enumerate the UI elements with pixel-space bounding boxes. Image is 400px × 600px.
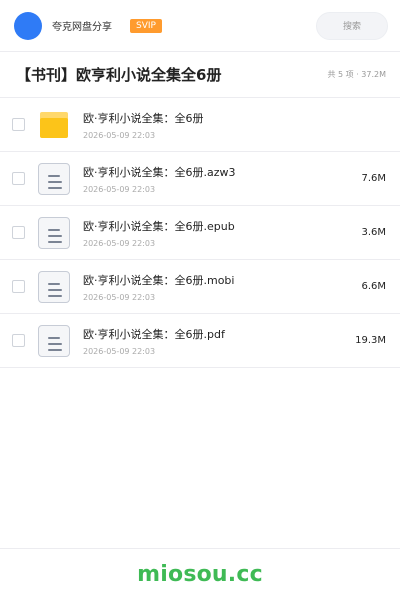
- file-list: 欧·亨利小说全集：全6册 2026-05-09 22:03 欧·亨利小说全集：全…: [0, 98, 400, 368]
- username: 夸克网盘分享: [52, 22, 112, 33]
- file-name: 欧·亨利小说全集：全6册.pdf: [83, 327, 225, 341]
- avatar[interactable]: [14, 11, 42, 40]
- file-row-azw3[interactable]: 欧·亨利小说全集：全6册.azw3 2026-05-09 22:03 7.6M: [0, 152, 400, 206]
- row-checkbox[interactable]: [12, 226, 25, 239]
- svip-badge: SVIP: [130, 18, 162, 33]
- document-icon: [37, 270, 71, 304]
- file-date: 2026-05-09 22:03: [83, 292, 156, 302]
- document-icon: [37, 162, 71, 196]
- folder-header: 【书刊】欧亨利小说全集全6册 共 5 项 · 37.2M: [0, 52, 400, 98]
- footer: miosou.cc: [0, 548, 400, 600]
- document-icon: [37, 324, 71, 358]
- file-date: 2026-05-09 22:03: [83, 130, 156, 140]
- file-name: 欧·亨利小说全集：全6册.mobi: [83, 273, 235, 287]
- file-row-pdf[interactable]: 欧·亨利小说全集：全6册.pdf 2026-05-09 22:03 19.3M: [0, 314, 400, 368]
- page-title: 【书刊】欧亨利小说全集全6册: [16, 66, 222, 84]
- folder-icon: [37, 108, 71, 142]
- file-size: 6.6M: [361, 281, 386, 292]
- file-name: 欧·亨利小说全集：全6册.epub: [83, 219, 235, 233]
- document-icon: [37, 216, 71, 250]
- file-info: 欧·亨利小说全集：全6册.azw3 2026-05-09 22:03: [83, 164, 236, 194]
- row-checkbox[interactable]: [12, 334, 25, 347]
- file-row-mobi[interactable]: 欧·亨利小说全集：全6册.mobi 2026-05-09 22:03 6.6M: [0, 260, 400, 314]
- file-info: 欧·亨利小说全集：全6册.epub 2026-05-09 22:03: [83, 218, 235, 248]
- file-row-folder[interactable]: 欧·亨利小说全集：全6册 2026-05-09 22:03: [0, 98, 400, 152]
- file-size: 7.6M: [361, 173, 386, 184]
- file-name: 欧·亨利小说全集：全6册: [83, 111, 204, 125]
- folder-summary: 共 5 项 · 37.2M: [327, 70, 386, 79]
- file-info: 欧·亨利小说全集：全6册.pdf 2026-05-09 22:03: [83, 326, 225, 356]
- file-row-epub[interactable]: 欧·亨利小说全集：全6册.epub 2026-05-09 22:03 3.6M: [0, 206, 400, 260]
- row-checkbox[interactable]: [12, 172, 25, 185]
- file-info: 欧·亨利小说全集：全6册.mobi 2026-05-09 22:03: [83, 272, 234, 302]
- file-size: 19.3M: [355, 335, 386, 346]
- file-date: 2026-05-09 22:03: [83, 346, 156, 356]
- file-info: 欧·亨利小说全集：全6册 2026-05-09 22:03: [83, 110, 204, 140]
- file-date: 2026-05-09 22:03: [83, 238, 156, 248]
- brand-link[interactable]: miosou.cc: [137, 562, 263, 587]
- search-placeholder: 搜索: [342, 22, 361, 32]
- file-name: 欧·亨利小说全集：全6册.azw3: [83, 165, 236, 179]
- search-input[interactable]: 搜索: [316, 11, 388, 40]
- row-checkbox[interactable]: [12, 118, 25, 131]
- file-size: 3.6M: [361, 227, 386, 238]
- file-date: 2026-05-09 22:03: [83, 184, 156, 194]
- top-bar: 夸克网盘分享 SVIP 搜索: [0, 0, 400, 52]
- row-checkbox[interactable]: [12, 280, 25, 293]
